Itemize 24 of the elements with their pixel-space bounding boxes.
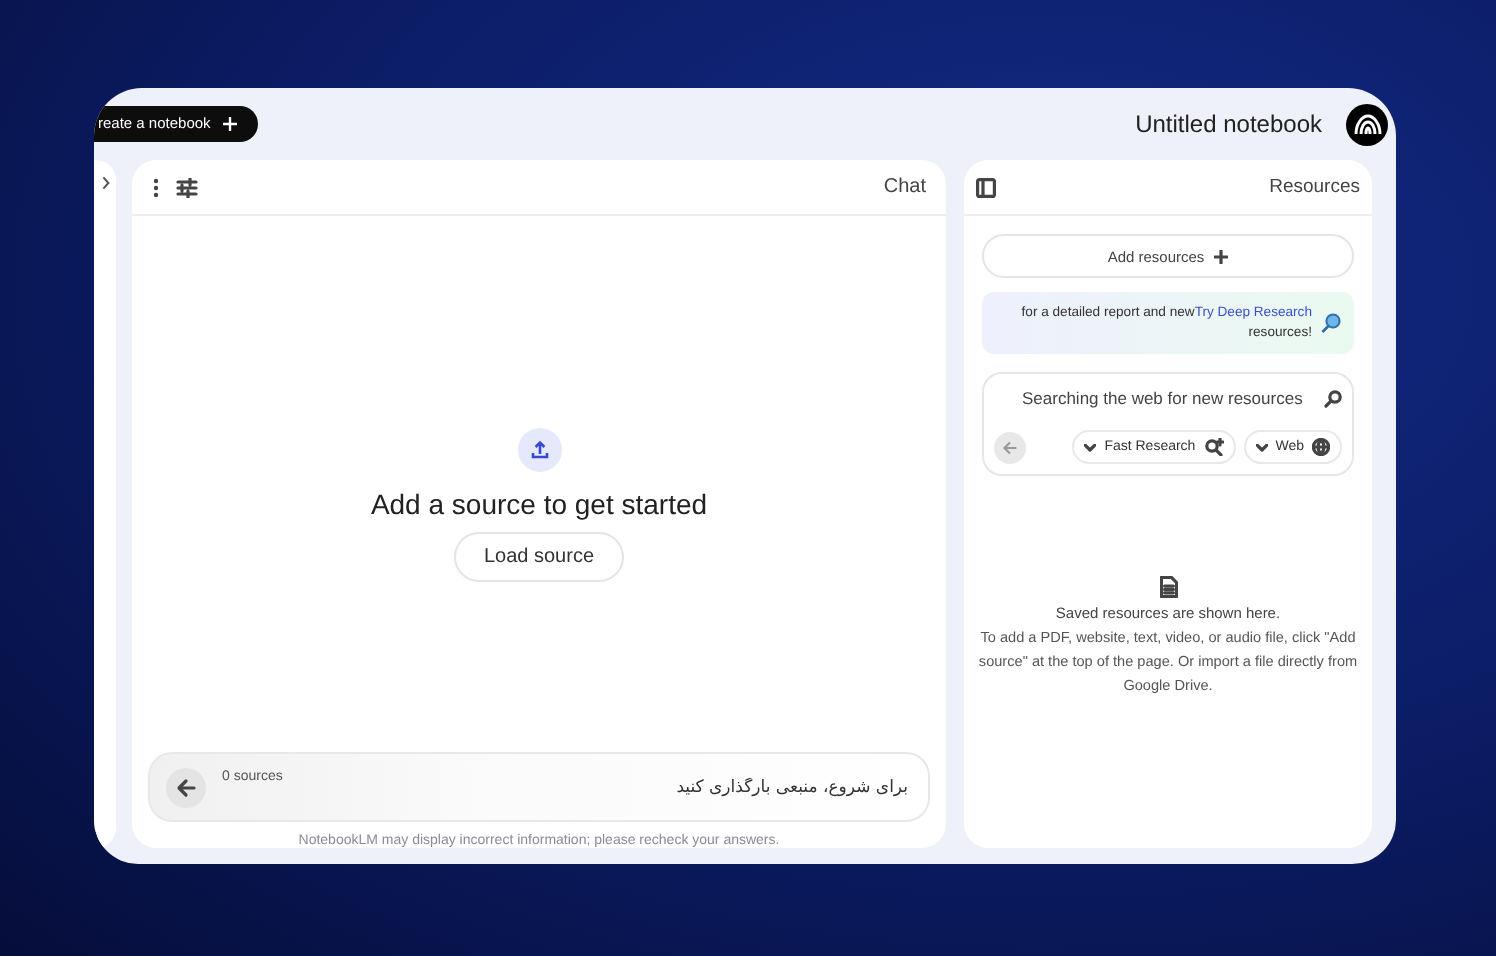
caret-icon [1084, 443, 1097, 451]
load-source-button[interactable]: Load source [453, 532, 625, 582]
panel-title: Resources [1269, 176, 1360, 198]
globe-icon [1312, 438, 1330, 456]
caret-icon [1255, 443, 1268, 451]
upload-icon [517, 428, 561, 472]
web-search-field[interactable]: Searching the web for new resources [1018, 386, 1316, 410]
sparkle-search-icon [1203, 438, 1224, 456]
back-arrow-button[interactable] [166, 767, 206, 807]
arrow-left-icon [176, 777, 196, 797]
sliders-icon[interactable] [176, 177, 198, 197]
sidebar-toggle-icon[interactable] [976, 177, 996, 197]
panel-title: Chat [883, 176, 926, 198]
document-icon [1159, 576, 1177, 598]
arrow-left-icon [1002, 439, 1018, 455]
chevron-right-icon[interactable] [101, 176, 109, 190]
empty-state-heading: Add a source to get started [370, 488, 708, 520]
plus-icon [1214, 249, 1229, 263]
logo-icon [1346, 103, 1388, 145]
notebook-title: Untitled notebook [1135, 110, 1322, 138]
search-icon[interactable] [1324, 389, 1342, 407]
search-icon [1320, 312, 1342, 334]
plus-icon [222, 115, 239, 131]
more-options-icon[interactable] [152, 177, 160, 197]
